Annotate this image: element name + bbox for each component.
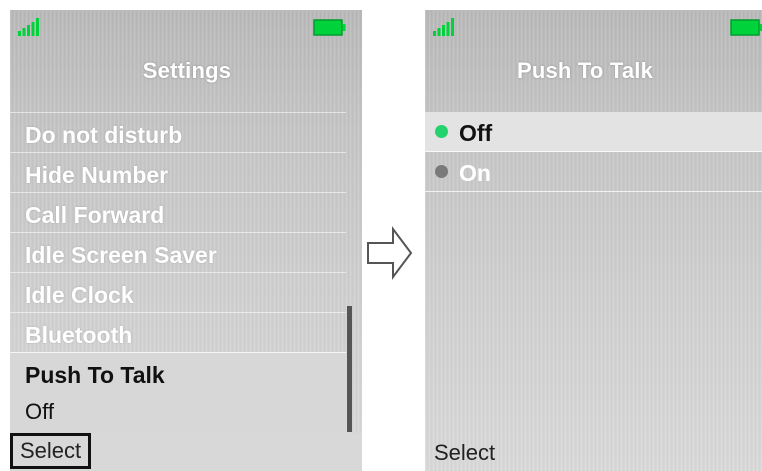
settings-screen: Settings Do not disturb Hide Number Call… [10, 10, 362, 471]
menu-item-label: Do not disturb [25, 122, 183, 148]
menu-item-value: Off [25, 399, 54, 424]
menu-item-call-forward[interactable]: Call Forward [10, 192, 346, 232]
menu-item-label: Idle Clock [25, 282, 134, 308]
menu-item-label: Bluetooth [25, 322, 133, 348]
status-bar [425, 10, 762, 46]
select-softkey[interactable]: Select [427, 438, 502, 468]
menu-item-idle-clock[interactable]: Idle Clock [10, 272, 346, 312]
radio-selected-icon [435, 125, 448, 138]
softkey-bar: Select [425, 433, 762, 471]
option-label: On [459, 160, 491, 186]
menu-item-bluetooth[interactable]: Bluetooth [10, 312, 346, 352]
status-bar [10, 10, 362, 46]
menu-item-label: Idle Screen Saver [25, 242, 217, 268]
scrollbar-thumb[interactable] [347, 306, 352, 432]
signal-strength-icon [18, 18, 39, 36]
signal-strength-icon [433, 18, 454, 36]
menu-item-idle-screen-saver[interactable]: Idle Screen Saver [10, 232, 346, 272]
workflow-screenshot: Settings Do not disturb Hide Number Call… [0, 0, 762, 471]
option-label: Off [459, 120, 493, 146]
menu-item-label: Push To Talk [25, 362, 165, 388]
option-off[interactable]: Off [425, 112, 762, 152]
menu-item-push-to-talk[interactable]: Push To Talk Off [10, 352, 346, 434]
right-arrow-icon [367, 226, 413, 280]
menu-item-do-not-disturb[interactable]: Do not disturb [10, 112, 346, 152]
select-softkey[interactable]: Select [10, 433, 92, 469]
push-to-talk-options: Off On [425, 112, 762, 192]
settings-menu-list: Do not disturb Hide Number Call Forward … [10, 112, 346, 434]
option-on[interactable]: On [425, 152, 762, 192]
radio-unselected-icon [435, 165, 448, 178]
screen-title: Push To Talk [516, 58, 654, 83]
menu-item-label: Hide Number [25, 162, 169, 188]
menu-item-label: Call Forward [25, 202, 165, 228]
battery-icon [313, 19, 346, 36]
battery-icon [730, 19, 762, 36]
softkey-bar: Select [10, 433, 362, 471]
menu-item-hide-number[interactable]: Hide Number [10, 152, 346, 192]
screen-title: Settings [142, 58, 232, 83]
push-to-talk-screen: Push To Talk Off On Select [425, 10, 762, 471]
